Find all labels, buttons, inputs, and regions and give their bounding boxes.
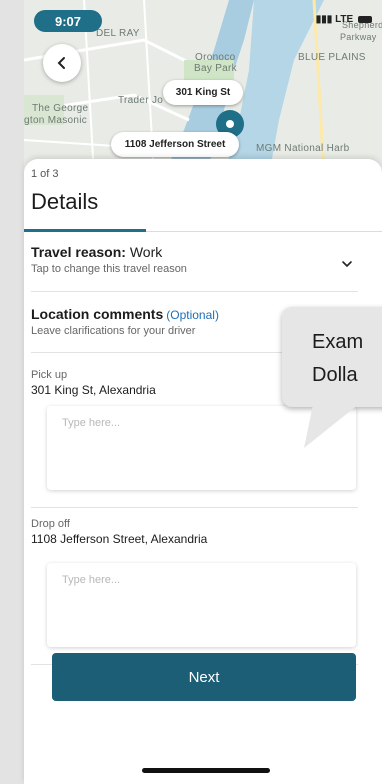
dropoff-pin-label[interactable]: 1108 Jefferson Street	[111, 132, 239, 157]
callout-line-1: Exam	[312, 331, 364, 353]
map-label-parkway: Parkway	[340, 32, 377, 42]
travel-reason-label: Travel reason:	[31, 244, 126, 260]
map-label-mgm: MGM National Harb	[256, 143, 350, 154]
chevron-down-icon	[342, 261, 352, 268]
map-label-del-ray: DEL RAY	[96, 28, 140, 39]
location-comments-title: Location comments (Optional)	[31, 306, 219, 322]
callout-text: Exam Dolla	[312, 326, 363, 392]
step-indicator: 1 of 3	[31, 168, 59, 180]
divider	[31, 507, 358, 508]
home-indicator[interactable]	[142, 768, 270, 773]
map-label-trader: Trader Jo	[118, 95, 164, 106]
back-button[interactable]	[43, 44, 81, 82]
status-time: 9:07	[34, 10, 102, 32]
left-gutter	[0, 0, 24, 784]
next-button[interactable]: Next	[52, 653, 356, 701]
callout-line-2: Dolla	[312, 364, 358, 386]
travel-reason-hint: Tap to change this travel reason	[31, 263, 187, 275]
location-comments-label: Location comments	[31, 306, 164, 322]
signal-icon: ▮▮▮	[315, 14, 336, 25]
battery-icon	[358, 15, 372, 23]
location-comments-hint: Leave clarifications for your driver	[31, 325, 196, 337]
page-title: Details	[31, 189, 99, 214]
network-type: LTE	[335, 14, 354, 25]
pickup-address: 301 King St, Alexandria	[31, 383, 156, 397]
dropoff-address: 1108 Jefferson Street, Alexandria	[31, 532, 208, 546]
title-underline	[24, 229, 146, 232]
optional-tag: (Optional)	[166, 308, 219, 322]
map-label-bay-park: Bay Park	[194, 63, 237, 74]
callout-tail	[304, 400, 364, 448]
dropoff-comment-input[interactable]: Type here...	[47, 563, 356, 647]
map-label-oronoco: Oronoco	[195, 52, 236, 63]
dropoff-label: Drop off	[31, 518, 70, 530]
chevron-left-icon	[57, 57, 65, 69]
travel-reason-value: Work	[129, 244, 163, 260]
screen: DEL RAY Oronoco Bay Park BLUE PLAINS Tra…	[0, 0, 382, 784]
pickup-pin-label[interactable]: 301 King St	[163, 80, 243, 105]
map-label-george: The George	[32, 103, 89, 114]
status-indicators: ▮▮▮ LTE	[316, 14, 372, 25]
travel-reason-selector[interactable]: Travel reason: Work Tap to change this t…	[31, 244, 361, 275]
pickup-label: Pick up	[31, 369, 68, 381]
map-label-masonic: gton Masonic	[24, 115, 88, 126]
travel-reason-title: Travel reason: Work	[31, 244, 361, 260]
map-label-blue-plains: BLUE PLAINS	[298, 52, 366, 63]
divider	[31, 291, 358, 292]
